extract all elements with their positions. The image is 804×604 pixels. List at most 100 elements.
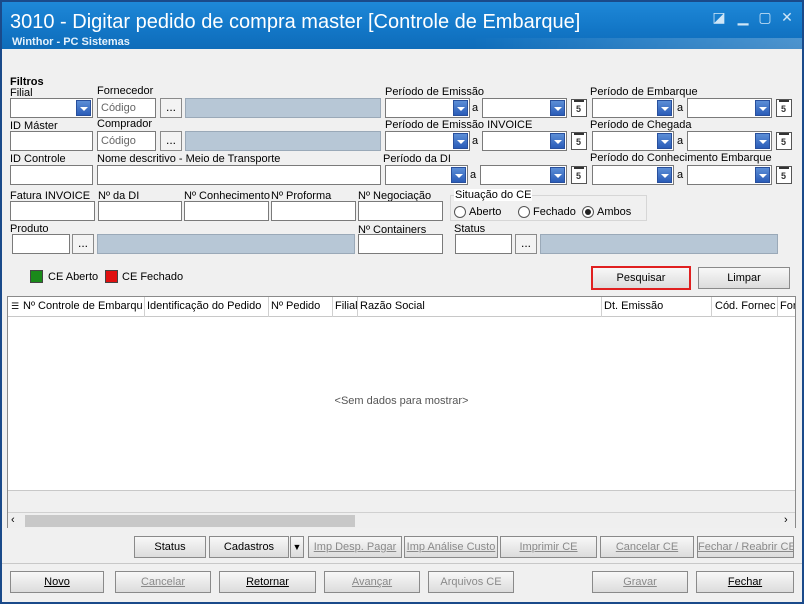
periodo-conhecimento-end[interactable] <box>687 165 772 185</box>
chevron-down-icon[interactable] <box>550 167 565 183</box>
periodo-di-end[interactable] <box>480 165 567 185</box>
radio-aberto[interactable] <box>454 206 466 218</box>
col-separator[interactable] <box>357 297 358 317</box>
chevron-down-icon[interactable] <box>657 100 672 116</box>
col-dt-emissao[interactable]: Dt. Emissão <box>604 300 709 312</box>
cancelar-button[interactable]: Cancelar <box>115 571 211 593</box>
n-conhecimento-input[interactable] <box>184 201 269 221</box>
close-icon[interactable]: ✕ <box>778 9 796 25</box>
imprimir-ce-button[interactable]: Imprimir CE <box>500 536 597 558</box>
cancelar-ce-button[interactable]: Cancelar CE <box>600 536 694 558</box>
calendar-icon[interactable] <box>776 166 792 184</box>
periodo-emissao-end[interactable] <box>482 98 567 118</box>
n-di-input[interactable] <box>98 201 182 221</box>
maximize-icon[interactable]: ▢ <box>756 9 774 25</box>
imp-desp-pagar-button[interactable]: Imp Desp. Pagar <box>308 536 402 558</box>
cadastros-button[interactable]: Cadastros <box>209 536 289 558</box>
scroll-left-icon[interactable]: ‹ <box>11 513 15 527</box>
n-containers-input[interactable] <box>358 234 443 254</box>
radio-fechado[interactable] <box>518 206 530 218</box>
periodo-chegada-label: Período de Chegada <box>590 119 692 131</box>
produto-search-button[interactable]: ... <box>72 234 94 254</box>
fornecedor-code-input[interactable]: Código <box>97 98 156 118</box>
results-grid[interactable]: ☰ Nº Controle de Embarque Identificação … <box>7 296 796 528</box>
periodo-chegada-end[interactable] <box>687 131 772 151</box>
status-button[interactable]: Status <box>134 536 206 558</box>
horizontal-scrollbar[interactable]: ‹ › <box>8 512 795 528</box>
periodo-di-start[interactable] <box>385 165 468 185</box>
periodo-emissao-start[interactable] <box>385 98 470 118</box>
fechar-button[interactable]: Fechar <box>696 571 794 593</box>
status-search-button[interactable]: ... <box>515 234 537 254</box>
id-master-input[interactable] <box>10 131 93 151</box>
retornar-button[interactable]: Retornar <box>219 571 316 593</box>
scrollbar-thumb[interactable] <box>25 515 355 527</box>
chevron-down-icon[interactable] <box>550 100 565 116</box>
chevron-down-icon[interactable] <box>453 133 468 149</box>
col-filial[interactable]: Filial <box>335 300 358 312</box>
nome-descritivo-input[interactable] <box>97 165 381 185</box>
col-separator[interactable] <box>268 297 269 317</box>
avancar-button[interactable]: Avançar <box>324 571 420 593</box>
fornecedor-search-button[interactable]: ... <box>160 98 182 118</box>
window-subtitle: Winthor - PC Sistemas <box>12 36 130 48</box>
col-separator[interactable] <box>332 297 333 317</box>
chevron-down-icon[interactable] <box>550 133 565 149</box>
imp-analise-custo-button[interactable]: Imp Análise Custo <box>404 536 498 558</box>
periodo-chegada-start[interactable] <box>592 131 674 151</box>
chevron-down-icon[interactable] <box>657 133 672 149</box>
col-separator[interactable] <box>777 297 778 317</box>
title-bar[interactable]: 3010 - Digitar pedido de compra master [… <box>2 2 802 49</box>
periodo-conhecimento-start[interactable] <box>592 165 674 185</box>
chevron-down-icon[interactable] <box>755 167 770 183</box>
id-controle-input[interactable] <box>10 165 93 185</box>
status-code-input[interactable] <box>455 234 512 254</box>
pesquisar-button[interactable]: Pesquisar <box>591 266 691 290</box>
calendar-icon[interactable] <box>571 99 587 117</box>
novo-button[interactable]: Novo <box>10 571 104 593</box>
col-identificacao-pedido[interactable]: Identificação do Pedido <box>147 300 267 312</box>
chevron-down-icon[interactable] <box>755 133 770 149</box>
calendar-icon[interactable] <box>571 132 587 150</box>
restore-icon[interactable]: ◪ <box>710 9 728 25</box>
calendar-icon[interactable] <box>776 132 792 150</box>
chevron-down-icon[interactable] <box>755 100 770 116</box>
scroll-right-icon[interactable]: › <box>784 513 788 527</box>
chevron-down-icon[interactable] <box>451 167 466 183</box>
minimize-icon[interactable]: ▁ <box>734 9 752 25</box>
arquivos-ce-button[interactable]: Arquivos CE <box>428 571 514 593</box>
gravar-button[interactable]: Gravar <box>592 571 688 593</box>
col-separator[interactable] <box>711 297 712 317</box>
n-negociacao-input[interactable] <box>358 201 443 221</box>
periodo-invoice-start[interactable] <box>385 131 470 151</box>
limpar-button[interactable]: Limpar <box>698 267 790 289</box>
radio-fechado-label: Fechado <box>533 206 576 218</box>
range-separator: a <box>677 169 684 181</box>
comprador-code-input[interactable]: Código <box>97 131 156 151</box>
grid-header: ☰ Nº Controle de Embarque Identificação … <box>8 297 795 317</box>
radio-ambos[interactable] <box>582 206 594 218</box>
col-separator[interactable] <box>601 297 602 317</box>
periodo-embarque-end[interactable] <box>687 98 772 118</box>
chevron-down-icon[interactable] <box>76 100 91 116</box>
cadastros-dropdown-icon[interactable]: ▼ <box>290 536 304 558</box>
periodo-invoice-end[interactable] <box>482 131 567 151</box>
col-controle-embarque[interactable]: Nº Controle de Embarque <box>23 300 143 312</box>
produto-code-input[interactable] <box>12 234 70 254</box>
col-separator[interactable] <box>144 297 145 317</box>
col-fornecedor[interactable]: For <box>780 300 795 312</box>
fatura-invoice-input[interactable] <box>10 201 95 221</box>
chevron-down-icon[interactable] <box>657 167 672 183</box>
col-cod-fornec[interactable]: Cód. Fornec <box>715 300 777 312</box>
fechar-reabrir-ce-button[interactable]: Fechar / Reabrir CE <box>697 536 794 558</box>
chevron-down-icon[interactable] <box>453 100 468 116</box>
column-chooser-icon[interactable]: ☰ <box>11 301 19 312</box>
periodo-embarque-start[interactable] <box>592 98 674 118</box>
n-proforma-input[interactable] <box>271 201 356 221</box>
col-n-pedido[interactable]: Nº Pedido <box>271 300 331 312</box>
calendar-icon[interactable] <box>571 166 587 184</box>
filial-select[interactable] <box>10 98 93 118</box>
col-razao-social[interactable]: Razão Social <box>360 300 600 312</box>
calendar-icon[interactable] <box>776 99 792 117</box>
comprador-search-button[interactable]: ... <box>160 131 182 151</box>
